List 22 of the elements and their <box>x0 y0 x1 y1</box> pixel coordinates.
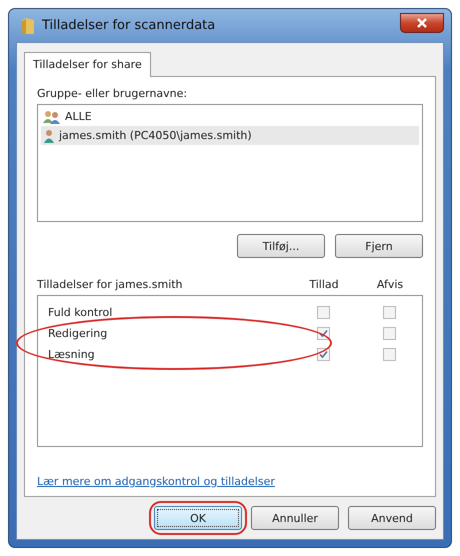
list-item[interactable]: james.smith (PC4050\james.smith) <box>41 126 419 145</box>
user-icon <box>43 128 55 142</box>
column-header: Tillad <box>308 278 340 291</box>
window-title: Tilladelser for scannerdata <box>42 18 216 33</box>
users-icon <box>43 110 61 124</box>
close-button[interactable] <box>400 12 444 32</box>
permissions-label: Tilladelser for james.smith <box>37 278 184 291</box>
tab[interactable]: Tilladelser for share <box>24 52 151 77</box>
column-header: Afvis <box>376 278 404 291</box>
help-link[interactable]: Lær mere om adgangskontrol og tilladelser <box>37 475 275 488</box>
dialog-button[interactable]: Annuller <box>251 506 339 530</box>
group-label: Gruppe- eller brugernavne: <box>37 87 188 100</box>
dialog-button[interactable]: Anvend <box>348 506 436 530</box>
dialog-button[interactable]: OK <box>154 506 242 530</box>
dialog-button[interactable]: Tilføj... <box>237 234 325 258</box>
list-item[interactable]: ALLE <box>41 107 419 126</box>
permission-name: Læsning <box>48 348 96 361</box>
close-icon <box>416 18 428 28</box>
permission-name: Redigering <box>48 327 108 340</box>
permission-name: Fuld kontrol <box>48 306 114 319</box>
folder-icon <box>22 18 34 34</box>
dialog-button[interactable]: Fjern <box>335 234 423 258</box>
